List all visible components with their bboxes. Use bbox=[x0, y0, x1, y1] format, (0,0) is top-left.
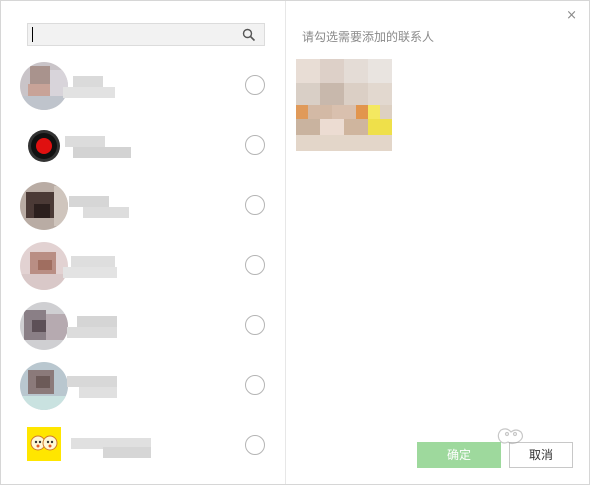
contact-row[interactable] bbox=[1, 295, 285, 355]
add-contacts-dialog: × 请勾选需要添加的联系人 确定 取消 bbox=[0, 0, 590, 485]
baidu-watermark-logo bbox=[449, 426, 569, 470]
contact-row[interactable] bbox=[1, 175, 285, 235]
emoji-sticker-avatar bbox=[27, 427, 61, 461]
contact-row[interactable] bbox=[1, 235, 285, 295]
select-radio[interactable] bbox=[245, 75, 265, 95]
contact-avatar bbox=[20, 362, 68, 410]
search-input[interactable] bbox=[31, 26, 231, 43]
select-radio[interactable] bbox=[245, 195, 265, 215]
contact-avatar bbox=[20, 62, 68, 110]
selection-hint: 请勾选需要添加的联系人 bbox=[302, 30, 435, 44]
contact-row[interactable] bbox=[1, 55, 285, 115]
select-radio[interactable] bbox=[245, 315, 265, 335]
close-icon[interactable]: × bbox=[566, 8, 577, 23]
select-radio[interactable] bbox=[245, 375, 265, 395]
contact-row[interactable] bbox=[1, 415, 285, 475]
contact-row[interactable] bbox=[1, 115, 285, 175]
selected-contacts-pane: × 请勾选需要添加的联系人 确定 取消 bbox=[287, 1, 589, 484]
contact-list-pane bbox=[1, 1, 286, 484]
contact-avatar bbox=[20, 302, 68, 350]
contact-row[interactable] bbox=[1, 355, 285, 415]
select-radio[interactable] bbox=[245, 435, 265, 455]
select-radio[interactable] bbox=[245, 255, 265, 275]
search-box[interactable] bbox=[27, 23, 265, 46]
contact-avatar bbox=[20, 182, 68, 230]
select-radio[interactable] bbox=[245, 135, 265, 155]
contact-avatar bbox=[20, 242, 68, 290]
selected-contact-avatar[interactable] bbox=[296, 59, 392, 151]
search-icon[interactable] bbox=[242, 28, 256, 42]
record-icon bbox=[27, 129, 61, 163]
text-caret bbox=[32, 27, 33, 42]
